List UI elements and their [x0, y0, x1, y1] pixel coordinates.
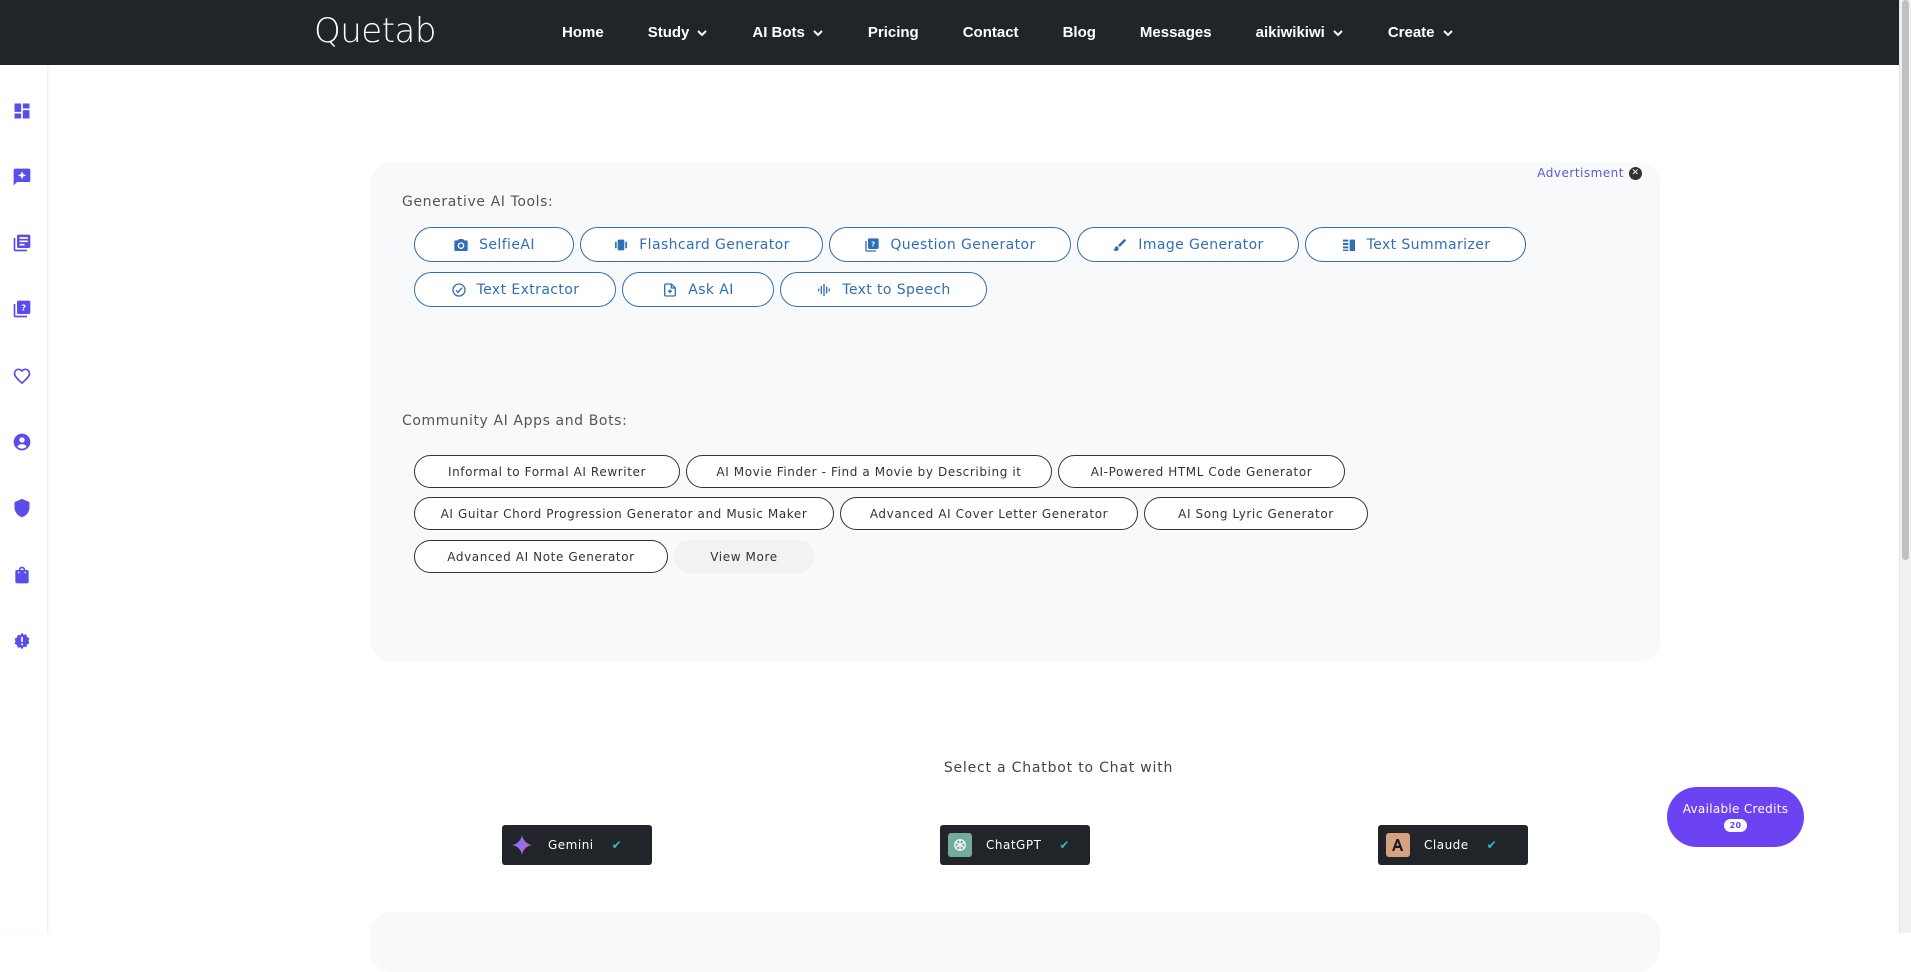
- nav-create[interactable]: Create: [1366, 0, 1476, 65]
- summary-icon: [1342, 239, 1355, 251]
- generative-tools-title: Generative AI Tools:: [402, 194, 554, 210]
- app-song-lyric-generator-button[interactable]: AI Song Lyric Generator: [1144, 497, 1368, 530]
- chevron-down-icon: [1442, 29, 1453, 36]
- gemini-icon: [510, 833, 534, 857]
- nav-user-menu[interactable]: aikiwikiwi: [1234, 0, 1366, 65]
- check-circle-icon: [451, 282, 466, 297]
- community-apps-row-3: Advanced AI Note Generator View More: [414, 540, 814, 573]
- dashboard-icon[interactable]: [11, 100, 33, 122]
- ask-icon: [664, 282, 677, 297]
- app-informal-formal-rewriter-button[interactable]: Informal to Formal AI Rewriter: [414, 455, 680, 488]
- tool-label: SelfieAI: [479, 236, 535, 253]
- credits-count: 20: [1723, 819, 1748, 832]
- nav-pricing[interactable]: Pricing: [846, 0, 941, 65]
- brand-logo[interactable]: Quetab: [314, 10, 436, 52]
- tool-label: Question Generator: [890, 236, 1036, 253]
- quiz-icon[interactable]: ?: [11, 298, 33, 320]
- account-icon[interactable]: [11, 431, 33, 453]
- sparkle-chat-icon[interactable]: [11, 166, 33, 188]
- camera-icon: [454, 238, 468, 251]
- chatbot-select-text: Select a Chatbot to Chat with: [943, 760, 1174, 776]
- generative-tools-row-1: SelfieAI Flashcard Generator ? Question …: [414, 227, 1526, 262]
- close-ad-icon[interactable]: ✕: [1629, 166, 1642, 180]
- shopping-bag-icon[interactable]: [11, 564, 33, 586]
- tool-label: Text Summarizer: [1366, 236, 1491, 253]
- tool-flashcard-generator-button[interactable]: Flashcard Generator: [580, 227, 823, 262]
- scrollbar-thumb[interactable]: [1902, 0, 1909, 560]
- tool-question-generator-button[interactable]: ? Question Generator: [829, 227, 1071, 262]
- community-apps-row-1: Informal to Formal AI Rewriter AI Movie …: [414, 455, 1345, 488]
- advertisement-label: Advertisment ✕: [1537, 166, 1642, 180]
- nav-study[interactable]: Study: [626, 0, 731, 65]
- chatbot-claude-button[interactable]: Claude ✔: [1378, 825, 1528, 865]
- flashcard-icon: [615, 239, 628, 250]
- next-section-card: [370, 912, 1660, 972]
- svg-text:?: ?: [872, 240, 876, 248]
- tool-label: Image Generator: [1138, 236, 1264, 253]
- shield-icon[interactable]: [11, 497, 33, 519]
- check-icon: ✔: [1486, 838, 1498, 852]
- tool-image-generator-button[interactable]: Image Generator: [1077, 227, 1299, 262]
- library-icon[interactable]: [11, 232, 33, 254]
- advertisement-text: Advertisment: [1537, 166, 1624, 180]
- chatbot-gemini-button[interactable]: Gemini ✔: [502, 825, 652, 865]
- claude-icon: [1386, 833, 1410, 857]
- tool-ask-ai-button[interactable]: Ask AI: [622, 272, 774, 307]
- nav-messages[interactable]: Messages: [1118, 0, 1234, 65]
- credits-label: Available Credits: [1682, 802, 1789, 816]
- app-cover-letter-generator-button[interactable]: Advanced AI Cover Letter Generator: [840, 497, 1138, 530]
- chatbot-label: ChatGPT: [986, 838, 1042, 852]
- chatbot-label: Claude: [1424, 838, 1469, 852]
- tool-selfieai-button[interactable]: SelfieAI: [414, 227, 574, 262]
- ai-tools-card: Advertisment ✕ Generative AI Tools: Self…: [370, 162, 1660, 662]
- chatbot-label: Gemini: [548, 838, 594, 852]
- alert-gear-icon[interactable]: [11, 630, 33, 652]
- chevron-down-icon: [697, 29, 708, 36]
- community-apps-row-2: AI Guitar Chord Progression Generator an…: [414, 497, 1368, 530]
- tool-text-summarizer-button[interactable]: Text Summarizer: [1305, 227, 1526, 262]
- check-icon: ✔: [611, 838, 623, 852]
- tool-label: Ask AI: [688, 281, 734, 298]
- community-apps-title: Community AI Apps and Bots:: [402, 413, 628, 429]
- left-sidebar: ?: [0, 65, 48, 933]
- chevron-down-icon: [813, 29, 823, 36]
- nav-home[interactable]: Home: [540, 0, 626, 65]
- app-html-code-generator-button[interactable]: AI-Powered HTML Code Generator: [1058, 455, 1345, 488]
- available-credits-badge[interactable]: Available Credits 20: [1667, 787, 1804, 847]
- question-icon: ?: [865, 237, 879, 252]
- chatgpt-icon: [948, 833, 972, 857]
- heart-icon[interactable]: [11, 365, 33, 387]
- page-scrollbar[interactable]: [1899, 0, 1911, 933]
- nav-ai-bots[interactable]: AI Bots: [730, 0, 846, 65]
- app-note-generator-button[interactable]: Advanced AI Note Generator: [414, 540, 668, 573]
- svg-text:?: ?: [21, 303, 26, 313]
- nav-blog[interactable]: Blog: [1041, 0, 1118, 65]
- nav-contact[interactable]: Contact: [941, 0, 1041, 65]
- waveform-icon: [818, 283, 831, 296]
- chatbot-chatgpt-button[interactable]: ChatGPT ✔: [940, 825, 1090, 865]
- generative-tools-row-2: Text Extractor Ask AI Text to Speech: [414, 272, 987, 307]
- tool-label: Text to Speech: [842, 281, 951, 298]
- chevron-down-icon: [1333, 29, 1343, 36]
- check-icon: ✔: [1059, 838, 1070, 852]
- tool-text-extractor-button[interactable]: Text Extractor: [414, 272, 616, 307]
- view-more-button[interactable]: View More: [674, 540, 814, 573]
- chatbot-select-title: Select a Chatbot to Chat with: [0, 760, 1911, 776]
- top-navbar: Quetab Home Study AI Bots Pricing Contac…: [0, 0, 1900, 65]
- app-guitar-chord-generator-button[interactable]: AI Guitar Chord Progression Generator an…: [414, 497, 834, 530]
- app-movie-finder-button[interactable]: AI Movie Finder - Find a Movie by Descri…: [686, 455, 1052, 488]
- tool-label: Flashcard Generator: [639, 236, 790, 253]
- tool-label: Text Extractor: [476, 281, 580, 298]
- tool-text-to-speech-button[interactable]: Text to Speech: [780, 272, 987, 307]
- main-nav: Home Study AI Bots Pricing Contact Blog …: [540, 0, 1476, 65]
- brush-icon: [1113, 238, 1127, 251]
